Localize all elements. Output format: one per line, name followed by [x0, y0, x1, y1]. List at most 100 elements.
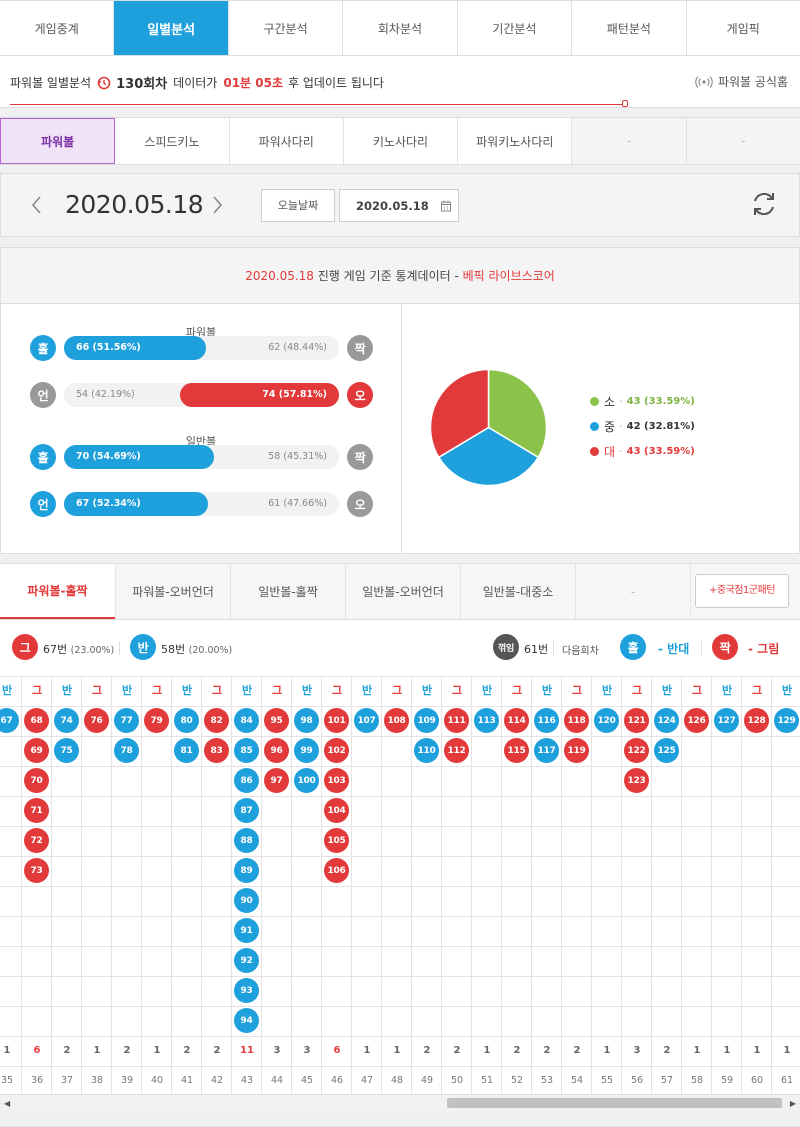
date-picker[interactable]: 2020.05.18: [339, 189, 459, 222]
scrollbar-thumb[interactable]: [447, 1098, 782, 1108]
grid-col-header: 반: [601, 684, 613, 697]
grid-col-header: 반: [1, 684, 13, 697]
scroll-right-arrow-icon[interactable]: ▶: [790, 1099, 796, 1108]
grid-ball: 101: [324, 708, 349, 733]
official-home-label: 파워볼 공식홈: [717, 75, 788, 89]
grid-col-header: 반: [541, 684, 553, 697]
grid-col-line: [711, 676, 712, 1094]
game-tab-powerkeno-ladder[interactable]: 파워키노사다리: [458, 118, 573, 164]
grid-col-header: 반: [181, 684, 193, 697]
game-tab-power-ladder[interactable]: 파워사다리: [230, 118, 344, 164]
grid-col-number: 39: [120, 1075, 134, 1086]
grid-ball: 105: [324, 828, 349, 853]
grid-col-number: 49: [420, 1075, 434, 1086]
chevron-right-icon[interactable]: [209, 194, 225, 216]
pie-legend-label: 대: [604, 445, 616, 459]
grid-col-number: 50: [450, 1075, 464, 1086]
grid-count: 2: [543, 1045, 551, 1056]
game-tabs: 파워볼 스피드키노 파워사다리 키노사다리 파워키노사다리 - -: [0, 117, 800, 165]
grid-col-number: 51: [480, 1075, 494, 1086]
grid-col-line: [51, 676, 52, 1094]
grid-ball: 124: [654, 708, 679, 733]
grid-ball: 112: [444, 738, 469, 763]
grid-line: [0, 736, 800, 737]
grid-line: [0, 706, 800, 707]
info-prefix: 파워볼 일별분석: [10, 76, 92, 90]
refresh-icon[interactable]: [750, 190, 778, 218]
grid-ball: 98: [294, 708, 319, 733]
grid-count: 1: [603, 1045, 611, 1056]
grid-col-number: 35: [0, 1075, 14, 1086]
grid-col-line: [471, 676, 472, 1094]
grid-ball: 90: [234, 888, 259, 913]
tab-daily-analysis[interactable]: 일별분석: [114, 1, 229, 55]
tab-round-analysis[interactable]: 회차분석: [343, 1, 458, 55]
grid-ball: 111: [444, 708, 469, 733]
pattern-panel: 파워볼-홀짝 파워볼-오버언더 일반볼-홀짝 일반볼-오버언더 일반볼-대중소 …: [0, 563, 800, 1127]
stat-right-ball: 오: [347, 382, 373, 408]
signal-icon: [695, 75, 713, 88]
info-suffix: 후 업데이트 됩니다: [288, 76, 384, 90]
pie-legend-value: 42 (32.81%): [626, 421, 695, 432]
stats-title-date: 2020.05.18: [245, 269, 314, 283]
grid-ball: 93: [234, 978, 259, 1003]
game-tab-keno-ladder[interactable]: 키노사다리: [344, 118, 459, 164]
chevron-left-icon[interactable]: [29, 194, 45, 216]
game-tab-speedkeno[interactable]: 스피드키노: [115, 118, 230, 164]
grid-col-line: [141, 676, 142, 1094]
tab-pattern-analysis[interactable]: 패턴분석: [572, 1, 687, 55]
grid-ball: 127: [714, 708, 739, 733]
tab-game-pick[interactable]: 게임픽: [687, 1, 800, 55]
grid-col-number: 42: [210, 1075, 224, 1086]
grid-ball: 123: [624, 768, 649, 793]
today-button[interactable]: 오늘날짜: [261, 189, 335, 222]
grid-ball: 68: [24, 708, 49, 733]
grid-col-line: [561, 676, 562, 1094]
grid-col-header: 그: [31, 684, 43, 697]
stats-title: 2020.05.18 진행 게임 기준 통계데이터 - 베픽 라이브스코어: [1, 248, 799, 304]
grid-col-number: 40: [150, 1075, 164, 1086]
grid-ball: 103: [324, 768, 349, 793]
grid-col-header: 그: [511, 684, 523, 697]
pie-chart: [429, 368, 548, 487]
stat-left-ball: 홀: [30, 444, 56, 470]
grid-col-number: 60: [750, 1075, 764, 1086]
grid-line: [0, 856, 800, 857]
grid-count: 2: [573, 1045, 581, 1056]
grid-ball: 118: [564, 708, 589, 733]
info-time: 01분 05초: [223, 76, 284, 90]
legend-dot-icon: [590, 397, 599, 406]
official-home-link[interactable]: 파워볼 공식홈: [695, 73, 788, 90]
grid-col-number: 59: [720, 1075, 734, 1086]
stat-right-value: 74 (57.81%): [262, 389, 327, 400]
tab-range-analysis[interactable]: 구간분석: [229, 1, 344, 55]
grid-col-line: [651, 676, 652, 1094]
pie-legend-value: 43 (33.59%): [626, 446, 695, 457]
tab-period-analysis[interactable]: 기간분석: [458, 1, 573, 55]
grid-ball: 107: [354, 708, 379, 733]
grid-line: [0, 826, 800, 827]
grid-col-header: 그: [91, 684, 103, 697]
pie-legend-label: 중: [604, 420, 616, 434]
grid-col-line: [351, 676, 352, 1094]
info-mid: 데이터가: [173, 76, 218, 90]
scroll-left-arrow-icon[interactable]: ◀: [4, 1099, 10, 1108]
grid-col-line: [231, 676, 232, 1094]
pie-legend-value: 43 (33.59%): [626, 396, 695, 407]
calendar-icon: [440, 200, 452, 212]
tab-game-live[interactable]: 게임중계: [0, 1, 115, 55]
game-tab-powerball[interactable]: 파워볼: [0, 118, 116, 164]
grid-ball: 100: [294, 768, 319, 793]
grid-ball: 102: [324, 738, 349, 763]
grid-ball: 70: [24, 768, 49, 793]
stats-title-mid: 진행 게임 기준 통계데이터 -: [317, 269, 459, 283]
grid-ball: 77: [114, 708, 139, 733]
grid-col-line: [531, 676, 532, 1094]
date-panel: 2020.05.18 오늘날짜 2020.05.18: [0, 173, 800, 237]
horizontal-scrollbar[interactable]: ◀ ▶: [0, 1094, 800, 1111]
grid-col-number: 58: [690, 1075, 704, 1086]
grid-count: 11: [240, 1045, 254, 1056]
pie-legend-label: 소: [604, 395, 616, 409]
pie-legend-dash: -: [619, 446, 623, 457]
grid-ball: 91: [234, 918, 259, 943]
